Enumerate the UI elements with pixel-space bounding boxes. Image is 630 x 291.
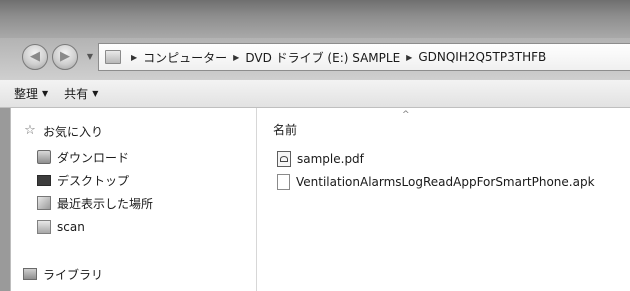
library-icon [23, 268, 37, 280]
file-item-apk[interactable]: VentilationAlarmsLogReadAppForSmartPhone… [277, 173, 595, 191]
recent-places-icon [37, 196, 51, 210]
file-name: VentilationAlarmsLogReadAppForSmartPhone… [296, 175, 595, 189]
sidebar-item-downloads[interactable]: ダウンロード [37, 148, 129, 166]
download-folder-icon [37, 150, 51, 164]
file-list-pane: ^ 名前 sample.pdf VentilationAlarmsLogRead… [256, 108, 630, 291]
command-bar: 整理 ▼ 共有 ▼ [0, 80, 630, 108]
folder-icon [37, 220, 51, 234]
chevron-down-icon: ▼ [86, 52, 94, 61]
share-button[interactable]: 共有 [64, 85, 88, 102]
file-item-sample-pdf[interactable]: sample.pdf [277, 150, 364, 168]
chevron-down-icon[interactable]: ▼ [42, 89, 48, 98]
chevron-down-icon[interactable]: ▼ [92, 89, 98, 98]
address-bar[interactable]: ▶ コンピューター ▶ DVD ドライブ (E:) SAMPLE ▶ GDNQI… [98, 43, 630, 71]
recent-pages-dropdown[interactable]: ▼ [85, 50, 95, 64]
sidebar-item-label: デスクトップ [57, 173, 130, 188]
window-frame-edge [0, 108, 10, 291]
sidebar-item-label: scan [57, 220, 85, 234]
folder-icon [105, 50, 121, 64]
column-header-name[interactable]: 名前 [273, 121, 297, 138]
forward-button[interactable]: ▶ [52, 44, 78, 70]
sidebar-item-scan[interactable]: scan [37, 218, 85, 236]
breadcrumb-separator-icon[interactable]: ▶ [406, 53, 412, 62]
desktop-icon [37, 174, 51, 186]
breadcrumb-computer[interactable]: コンピューター [143, 49, 227, 66]
breadcrumb-separator-icon[interactable]: ▶ [131, 53, 137, 62]
sort-ascending-icon: ^ [402, 110, 410, 120]
sidebar-item-label: 最近表示した場所 [57, 196, 154, 211]
breadcrumb-separator-icon[interactable]: ▶ [233, 53, 239, 62]
window-title-bar [0, 0, 630, 38]
sidebar-item-recent-places[interactable]: 最近表示した場所 [37, 194, 153, 212]
back-button[interactable]: ◀ [22, 44, 48, 70]
sidebar-item-label: ダウンロード [57, 150, 130, 165]
forward-arrow-icon: ▶ [60, 49, 70, 64]
organize-button[interactable]: 整理 [14, 85, 38, 102]
sidebar-item-label: ライブラリ [43, 267, 104, 282]
breadcrumb-current-folder[interactable]: GDNQIH2Q5TP3THFB [418, 50, 546, 64]
breadcrumb-dvd-drive[interactable]: DVD ドライブ (E:) SAMPLE [245, 49, 400, 66]
navigation-pane: ☆ お気に入り ダウンロード デスクトップ 最近表示した場所 scan ライブラ… [10, 108, 256, 291]
sidebar-item-label: お気に入り [43, 124, 104, 139]
sidebar-item-desktop[interactable]: デスクトップ [37, 171, 129, 189]
pdf-file-icon [277, 151, 291, 167]
back-arrow-icon: ◀ [30, 49, 40, 64]
sidebar-item-favorites[interactable]: ☆ お気に入り [23, 122, 103, 140]
generic-file-icon [277, 174, 290, 190]
star-icon: ☆ [24, 123, 36, 138]
file-name: sample.pdf [297, 152, 364, 166]
sidebar-item-libraries[interactable]: ライブラリ [23, 265, 103, 283]
